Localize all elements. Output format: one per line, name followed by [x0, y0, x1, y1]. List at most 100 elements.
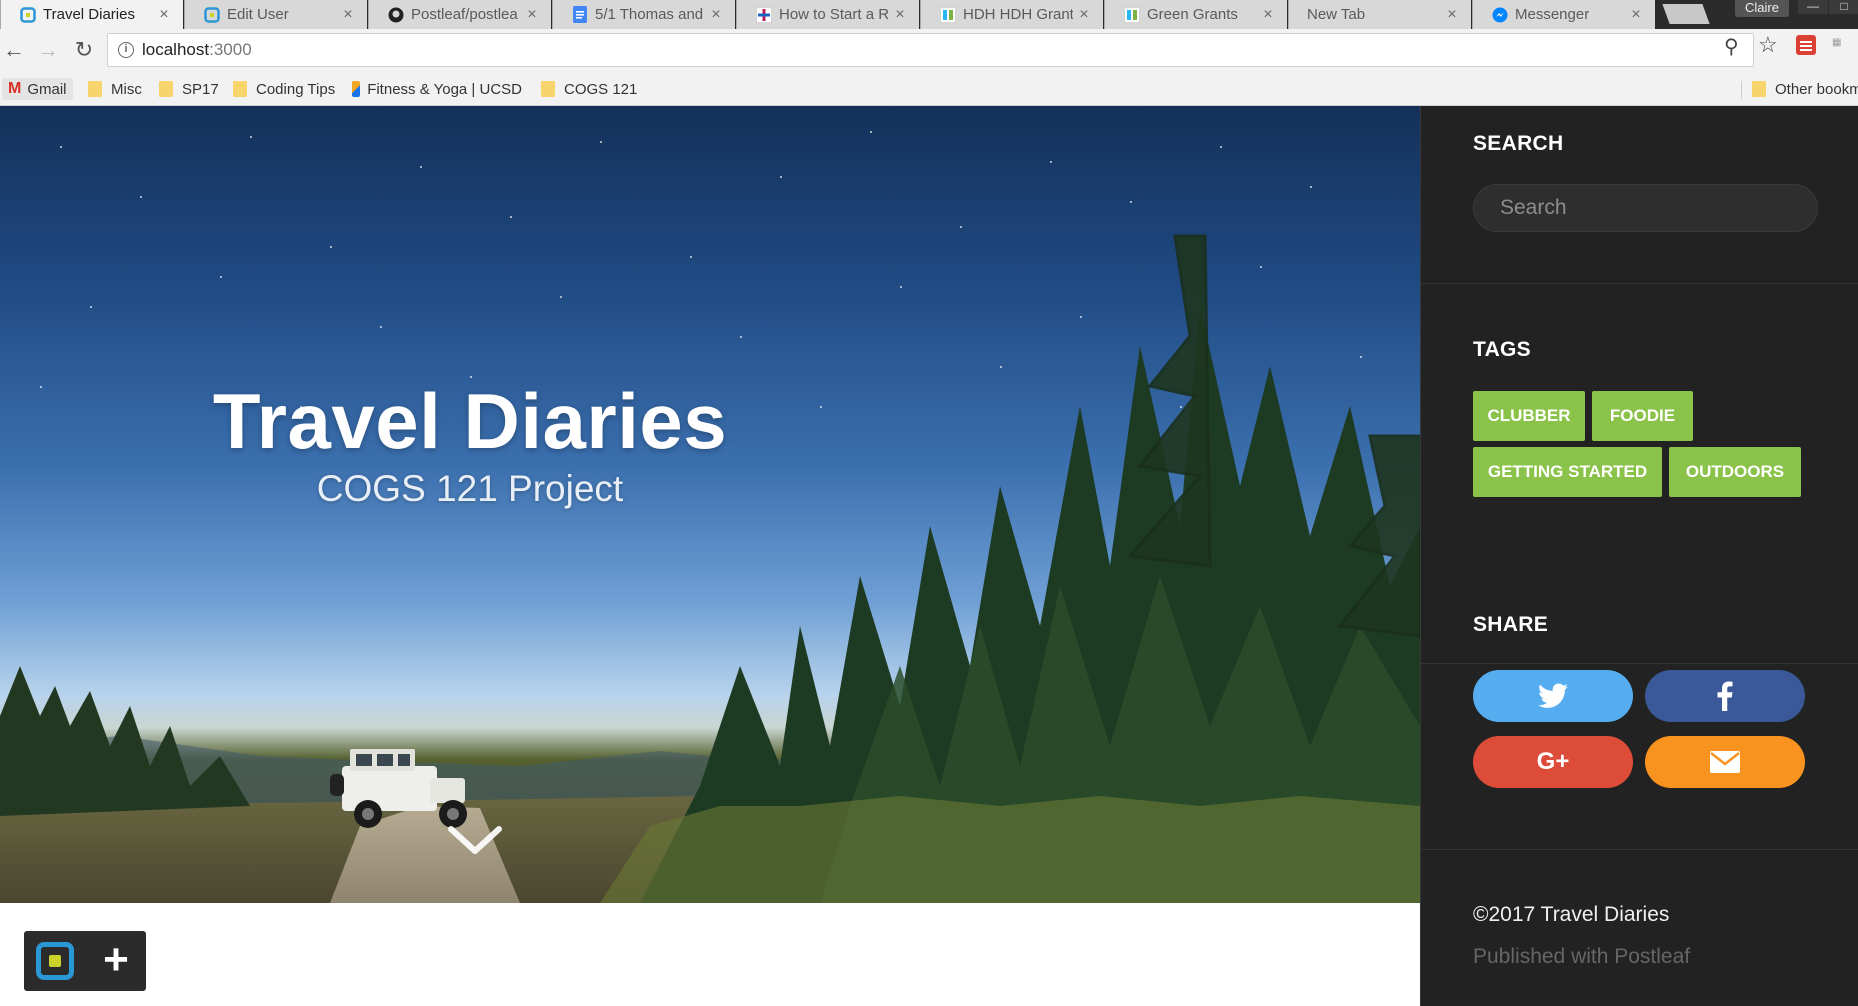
sidebar: SEARCH TAGS CLUBBER FOODIE GETTING START… — [1420, 106, 1858, 1006]
tab-title: 5/1 Thomas and — [595, 6, 704, 23]
extension-todoist-icon[interactable] — [1796, 35, 1816, 61]
url-host: localhost — [142, 40, 210, 59]
bookmark-star-icon[interactable]: ☆ — [1758, 32, 1778, 58]
bookmarks-bar: M Gmail Misc SP17 Coding Tips Fitness & … — [0, 73, 1858, 106]
zoom-icon[interactable]: ⚲ — [1724, 34, 1739, 59]
hero-cover-image: Travel Diaries COGS 121 Project — [0, 106, 1420, 903]
share-google-plus-button[interactable]: G+ — [1473, 736, 1633, 788]
extension-icon[interactable]: ▦ — [1832, 37, 1841, 48]
info-icon[interactable]: i — [118, 42, 134, 58]
url-port: :3000 — [209, 40, 252, 59]
tab-postleaf-github[interactable]: Postleaf/postlea × — [368, 0, 551, 29]
close-icon[interactable]: × — [1625, 6, 1647, 24]
bookmark-coding-tips[interactable]: Coding Tips — [233, 78, 335, 100]
content-area — [0, 903, 1420, 1006]
tab-hdh-grant[interactable]: HDH HDH Grant × — [920, 0, 1103, 29]
close-icon[interactable]: × — [153, 6, 175, 24]
tab-title: Edit User — [227, 6, 289, 23]
bookmarks-divider — [1741, 81, 1742, 99]
folder-icon — [1752, 81, 1766, 97]
tab-title: Messenger — [1515, 6, 1590, 23]
github-icon — [387, 6, 404, 23]
bookmark-label: Fitness & Yoga | UCSD — [367, 80, 522, 98]
bookmark-label: Coding Tips — [256, 80, 336, 98]
bookmark-fitness-yoga[interactable]: Fitness & Yoga | UCSD — [352, 78, 522, 100]
tab-strip: Travel Diaries × Edit User × Postleaf/po… — [0, 0, 1858, 29]
minimize-icon[interactable]: — — [1798, 0, 1828, 14]
hdh-icon — [1123, 6, 1140, 23]
bookmark-label: Misc — [111, 80, 142, 98]
tag-getting-started[interactable]: GETTING STARTED — [1473, 447, 1662, 497]
share-email-button[interactable] — [1645, 736, 1805, 788]
folder-icon — [159, 81, 173, 97]
close-icon[interactable]: × — [1257, 6, 1279, 24]
plus-box-icon — [755, 6, 772, 23]
share-twitter-button[interactable] — [1473, 670, 1633, 722]
share-section: SHARE G+ — [1421, 558, 1858, 956]
google-plus-icon: G+ — [1536, 748, 1570, 775]
add-post-icon[interactable]: + — [94, 936, 138, 986]
postleaf-icon — [203, 6, 220, 23]
tab-title: Green Grants — [1147, 6, 1238, 23]
postleaf-admin-toolbar: + — [24, 931, 146, 991]
close-icon[interactable]: × — [337, 6, 359, 24]
postleaf-logo-icon[interactable] — [36, 942, 74, 980]
site-subtitle: COGS 121 Project — [316, 468, 624, 509]
share-facebook-button[interactable] — [1645, 670, 1805, 722]
tag-outdoors[interactable]: OUTDOORS — [1669, 447, 1801, 497]
close-icon[interactable]: × — [705, 6, 727, 24]
folder-icon — [233, 81, 247, 97]
search-input[interactable] — [1473, 184, 1818, 232]
tab-title: Postleaf/postlea — [411, 6, 518, 23]
close-icon[interactable]: × — [889, 6, 911, 24]
tab-messenger[interactable]: Messenger × — [1472, 0, 1655, 29]
profile-button[interactable]: Claire — [1735, 0, 1789, 17]
bookmark-label: Gmail — [27, 80, 67, 98]
ucsd-icon — [352, 81, 361, 97]
hdh-icon — [939, 6, 956, 23]
site-title: Travel Diaries — [212, 377, 728, 465]
tab-title: New Tab — [1307, 6, 1366, 23]
chevron-down-icon[interactable] — [445, 821, 505, 861]
maximize-icon[interactable]: □ — [1829, 0, 1858, 14]
address-bar[interactable]: i localhost:3000 — [107, 33, 1754, 67]
tag-foodie[interactable]: FOODIE — [1592, 391, 1693, 441]
tab-title: Travel Diaries — [43, 6, 135, 23]
footer-divider — [1421, 849, 1858, 850]
bookmark-other[interactable]: Other bookm — [1752, 78, 1858, 100]
close-icon[interactable]: × — [521, 6, 543, 24]
search-heading: SEARCH — [1473, 132, 1564, 155]
bookmark-label: Other bookm — [1775, 80, 1858, 98]
bookmark-misc[interactable]: Misc — [88, 78, 142, 100]
bookmark-gmail[interactable]: M Gmail — [2, 78, 73, 100]
tab-new-tab[interactable]: New Tab × — [1288, 0, 1471, 29]
new-tab-button[interactable] — [1662, 4, 1710, 24]
bookmark-label: COGS 121 — [564, 80, 638, 98]
back-icon[interactable]: ← — [0, 38, 28, 64]
tab-title: How to Start a R — [779, 6, 889, 23]
close-icon[interactable]: × — [1073, 6, 1095, 24]
tab-green-grants[interactable]: Green Grants × — [1104, 0, 1287, 29]
twitter-icon — [1538, 683, 1568, 708]
facebook-icon — [1717, 681, 1733, 711]
tab-thomas-doc[interactable]: 5/1 Thomas and × — [552, 0, 735, 29]
bookmark-label: SP17 — [182, 80, 219, 98]
tag-clubber[interactable]: CLUBBER — [1473, 391, 1585, 441]
footer-published-link[interactable]: Published with Postleaf — [1473, 945, 1690, 969]
tab-travel-diaries[interactable]: Travel Diaries × — [0, 0, 183, 29]
share-heading: SHARE — [1473, 613, 1549, 636]
browser-toolbar: ← → ↻ i localhost:3000 ⚲ ☆ ▦ — [0, 29, 1858, 73]
reload-icon[interactable]: ↻ — [70, 38, 98, 64]
envelope-icon — [1710, 751, 1740, 773]
tags-heading: TAGS — [1473, 338, 1531, 361]
tab-how-to-start[interactable]: How to Start a R × — [736, 0, 919, 29]
bookmark-sp17[interactable]: SP17 — [159, 78, 219, 100]
postleaf-icon — [19, 6, 36, 23]
footer-copyright: ©2017 Travel Diaries — [1473, 903, 1670, 926]
bookmark-cogs-121[interactable]: COGS 121 — [541, 78, 637, 100]
forward-icon[interactable]: → — [34, 38, 62, 64]
search-section: SEARCH — [1421, 106, 1858, 284]
tab-edit-user[interactable]: Edit User × — [184, 0, 367, 29]
close-icon[interactable]: × — [1441, 6, 1463, 24]
folder-icon — [88, 81, 102, 97]
